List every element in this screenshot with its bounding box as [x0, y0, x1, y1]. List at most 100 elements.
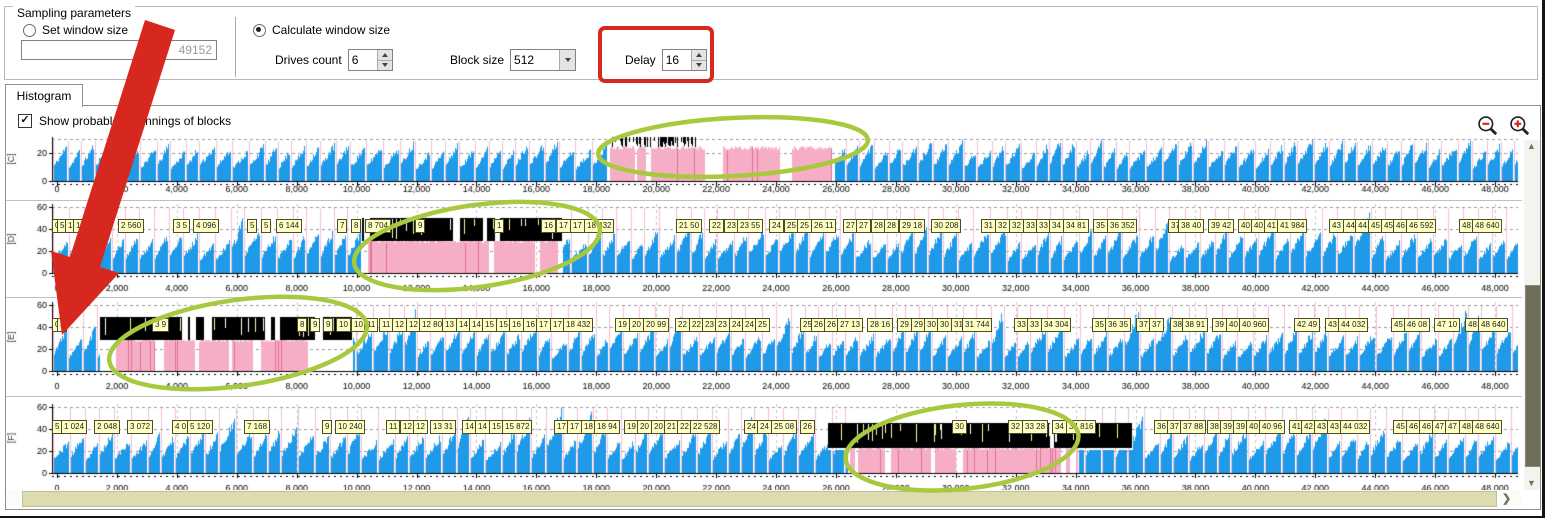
block-offset-label: 41 984 [1277, 219, 1307, 233]
block-size-row: Block size 512 [450, 49, 576, 71]
block-offset-label: 46 592 [1406, 219, 1436, 233]
block-offset-label: 36 35 [1105, 318, 1131, 332]
block-offset-label: 32 [1008, 420, 1023, 434]
show-blocks-checkbox[interactable]: ✓ [18, 114, 32, 128]
group-title: Sampling parameters [13, 6, 135, 20]
block-offset-label: 31 [981, 219, 996, 233]
block-offset-label: 2 048 [94, 420, 120, 434]
calculate-window-size-label: Calculate window size [272, 23, 390, 37]
block-offset-label: 20 [629, 318, 644, 332]
block-offset-label: 39 42 [1208, 219, 1234, 233]
block-offset-label: 1 [494, 219, 504, 233]
block-offset-label: 18 432 [563, 318, 593, 332]
block-offset-label: 26 [800, 420, 815, 434]
block-size-label: Block size [450, 53, 504, 67]
block-size-dropdown[interactable]: 512 [510, 49, 576, 71]
block-offset-label: 7 168 [244, 420, 270, 434]
block-offset-label: 42 49 [1294, 318, 1320, 332]
block-offset-label: 34 [1052, 420, 1067, 434]
calculate-window-size-radio-row: Calculate window size [253, 23, 390, 37]
block-offset-label: 34 816 [1066, 420, 1096, 434]
block-offset-label: 48 640 [1472, 219, 1502, 233]
block-offset-label: 9 [323, 318, 333, 332]
block-offset-label: 3 072 [127, 420, 153, 434]
vertical-scrollbar-thumb[interactable] [1525, 285, 1541, 467]
zoom-out-button[interactable] [1476, 114, 1500, 138]
block-offset-label: 20 99 [643, 318, 669, 332]
block-offset-label: 13 [442, 318, 457, 332]
block-offset-label: 34 [1049, 219, 1064, 233]
block-offset-label: 3 9 [152, 318, 169, 332]
block-offset-label: 48 640 [1478, 318, 1508, 332]
block-offset-label: 18 94 [594, 420, 620, 434]
block-offset-label: 33 28 [1022, 420, 1048, 434]
tab-histogram[interactable]: Histogram [5, 84, 83, 107]
block-offset-label: 4 096 [193, 219, 219, 233]
block-offset-label: 7 [337, 219, 347, 233]
row-divider [6, 396, 1522, 397]
drives-count-stepper[interactable]: 6 [348, 49, 393, 71]
block-offset-label: 40 96 [1259, 420, 1285, 434]
block-offset-label: 37 [1149, 318, 1164, 332]
block-offset-label: 44 032 [1338, 318, 1368, 332]
block-offset-label: 30 [952, 420, 967, 434]
block-offset-label: 12 [413, 420, 428, 434]
calculate-window-size-radio[interactable] [253, 24, 266, 37]
row-divider [6, 200, 1522, 201]
row-divider [6, 297, 1522, 298]
block-offset-label: 8 [351, 219, 361, 233]
block-offset-label: 8 704 [365, 219, 391, 233]
block-offset-label: 17 [570, 219, 585, 233]
block-offset-label: 5 [261, 219, 271, 233]
chevron-down-icon[interactable] [559, 50, 575, 70]
block-offset-label: 17 [536, 318, 551, 332]
drives-count-spin-buttons[interactable] [377, 50, 392, 70]
block-offset-label: 34 81 [1063, 219, 1089, 233]
block-offset-label: 46 08 [1404, 318, 1430, 332]
block-offset-label: 16 [509, 318, 524, 332]
set-window-size-label: Set window size [42, 23, 128, 37]
block-offset-label: 22 528 [690, 420, 720, 434]
block-offset-label: 26 11 [811, 219, 836, 233]
drives-count-row: Drives count 6 [275, 49, 393, 71]
block-offset-label: 14 [475, 420, 490, 434]
block-offset-label: 35 [1093, 219, 1108, 233]
block-offset-label: 33 [1027, 318, 1042, 332]
horizontal-scrollbar-thumb[interactable] [22, 491, 1497, 507]
block-offset-label: 43 [1329, 219, 1344, 233]
block-offset-label: 17 [556, 219, 571, 233]
block-offset-label: 47 10 [1434, 318, 1460, 332]
block-offset-label: 10 240 [335, 420, 365, 434]
block-offset-label: 10 [336, 318, 351, 332]
block-offset-label: 28 [884, 219, 899, 233]
block-offset-label: 27 13 [837, 318, 863, 332]
zoom-in-button[interactable] [1508, 114, 1532, 138]
block-offset-label: 25 [797, 219, 812, 233]
block-offset-label: 37 88 [1180, 420, 1206, 434]
block-offset-label: 40 960 [1239, 318, 1269, 332]
block-offset-label: 38 91 [1182, 318, 1208, 332]
block-offset-label: 13 31 [430, 420, 456, 434]
block-offset-label: 30 208 [931, 219, 961, 233]
block-offset-label: 9 [415, 219, 425, 233]
set-window-size-radio[interactable] [23, 24, 36, 37]
window-size-input[interactable] [21, 40, 217, 60]
block-offset-label: 44 032 [1340, 420, 1370, 434]
spin-down-icon[interactable] [378, 60, 392, 71]
block-offset-label: 2 560 [118, 219, 144, 233]
scroll-down-icon[interactable]: ▼ [1527, 478, 1539, 488]
spin-up-icon[interactable] [378, 50, 392, 60]
block-offset-label: 20 [637, 420, 652, 434]
scroll-right-icon[interactable]: ❯ [1502, 492, 1511, 505]
block-offset-label: 11 [364, 318, 378, 332]
block-offset-label: 23 [715, 318, 730, 332]
scroll-up-icon[interactable]: ▲ [1527, 141, 1539, 151]
block-offset-label: 24 [757, 420, 772, 434]
block-offset-label: 19 [615, 318, 630, 332]
block-offset-label: 12 [392, 318, 407, 332]
block-offset-label: 5 [247, 219, 257, 233]
block-offset-label: 29 18 [899, 219, 925, 233]
block-offset-label: 31 744 [962, 318, 992, 332]
block-offset-label: 16 [541, 219, 556, 233]
block-offset-label: 3 5 [173, 219, 190, 233]
